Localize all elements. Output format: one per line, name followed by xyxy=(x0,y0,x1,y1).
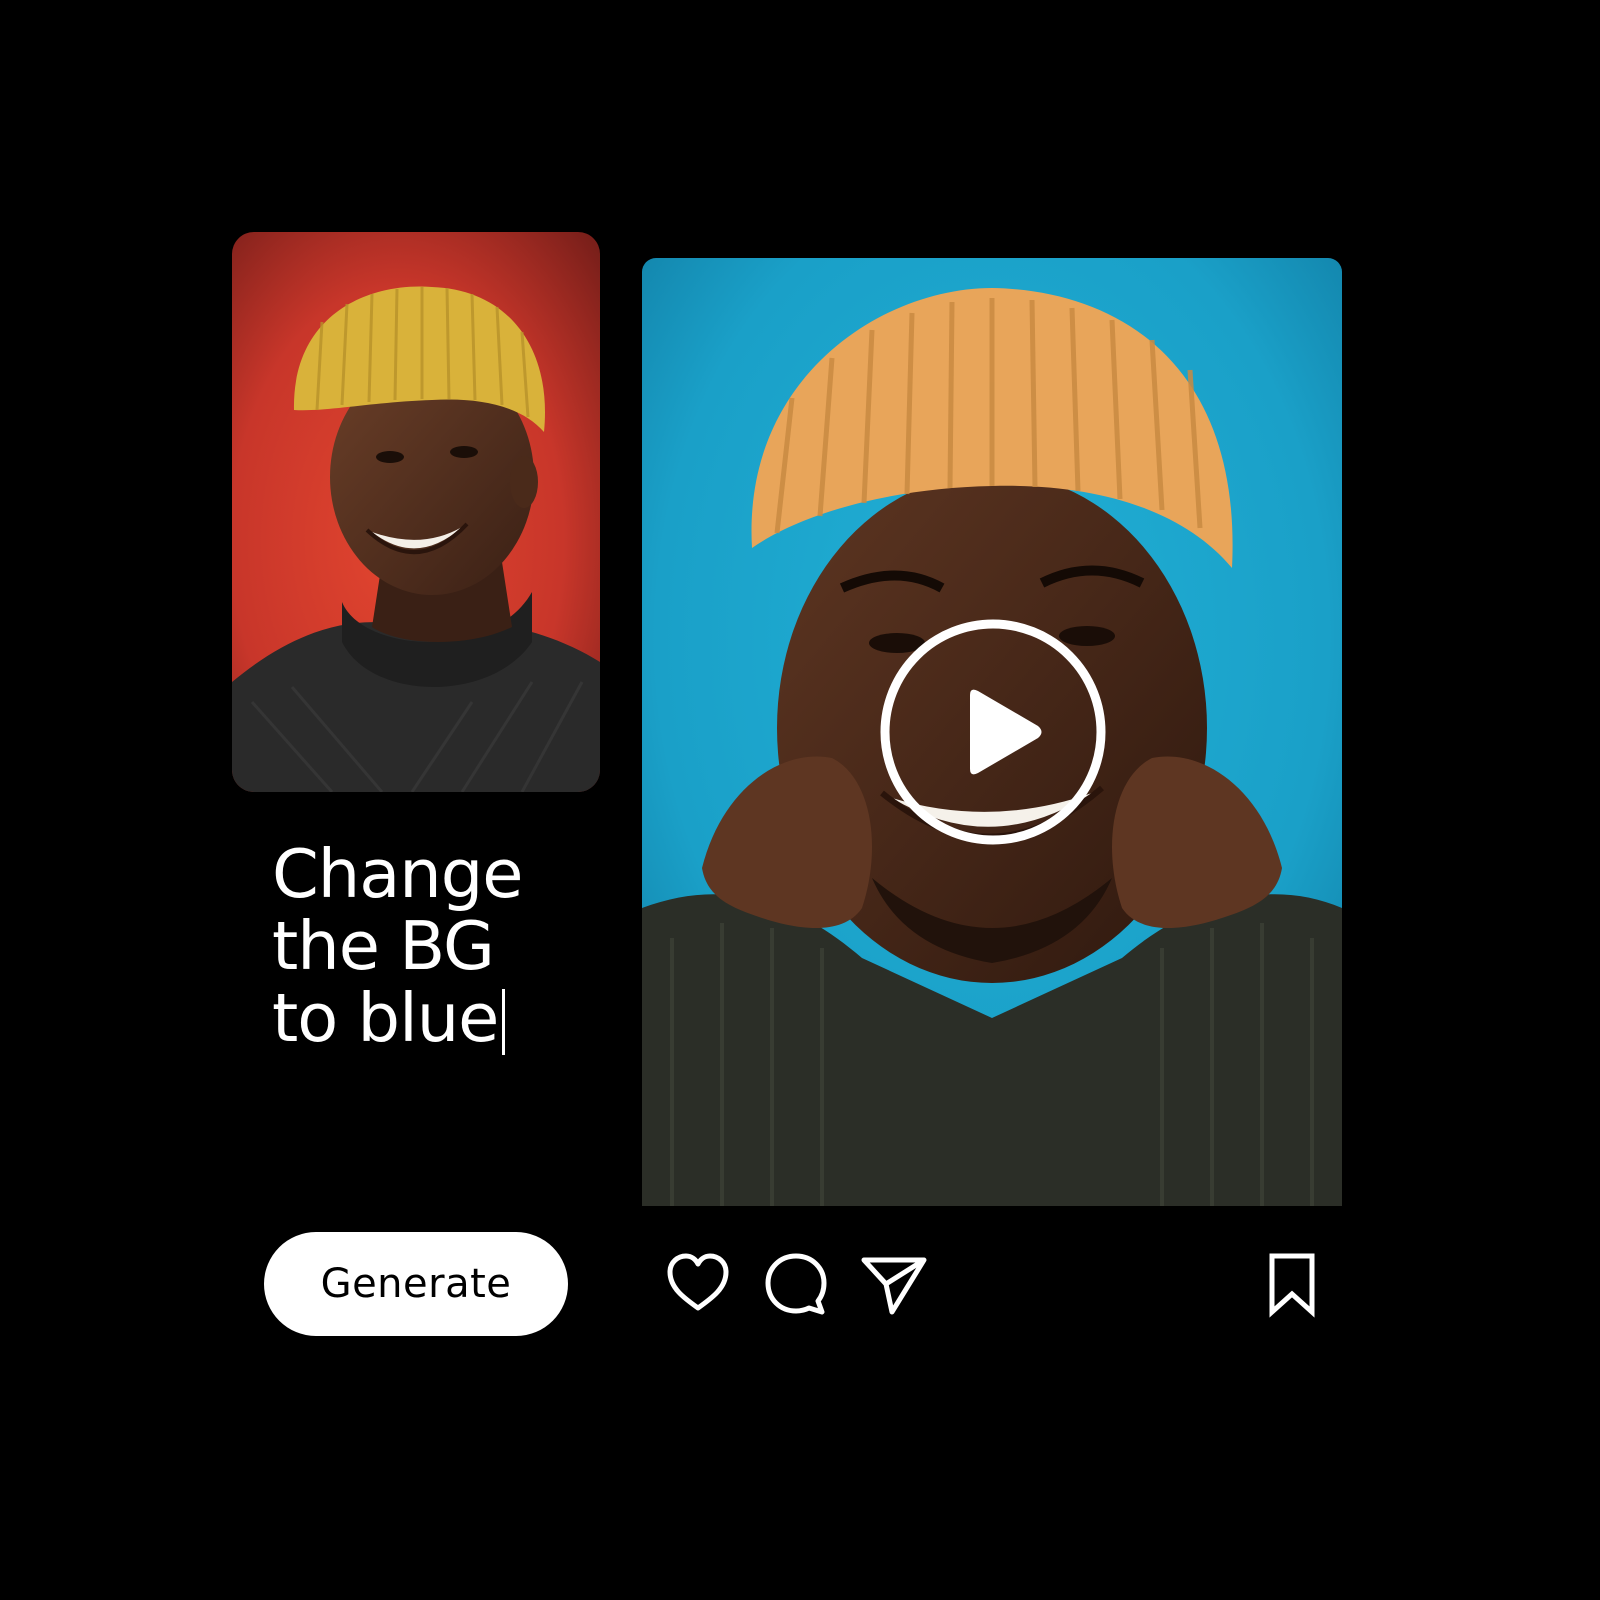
comment-bubble-icon xyxy=(765,1253,827,1315)
bookmark-button[interactable] xyxy=(1258,1250,1326,1318)
heart-icon xyxy=(667,1253,729,1311)
prompt-line-text: to blue xyxy=(272,979,499,1057)
source-portrait-image xyxy=(232,232,600,792)
comment-button[interactable] xyxy=(762,1250,830,1318)
play-icon xyxy=(880,619,1106,845)
prompt-line: the BG xyxy=(272,907,495,985)
play-button[interactable] xyxy=(878,617,1108,847)
bookmark-icon xyxy=(1269,1253,1315,1318)
like-button[interactable] xyxy=(664,1250,732,1318)
generate-button[interactable]: Generate xyxy=(264,1232,568,1336)
prompt-line-last: to blue xyxy=(272,982,592,1055)
prompt-text[interactable]: Change the BG to blue xyxy=(272,838,592,1055)
prompt-line: Change xyxy=(272,835,524,913)
send-icon xyxy=(861,1257,927,1315)
text-caret xyxy=(502,989,506,1055)
share-button[interactable] xyxy=(860,1250,928,1318)
source-photo-card[interactable] xyxy=(232,232,600,792)
